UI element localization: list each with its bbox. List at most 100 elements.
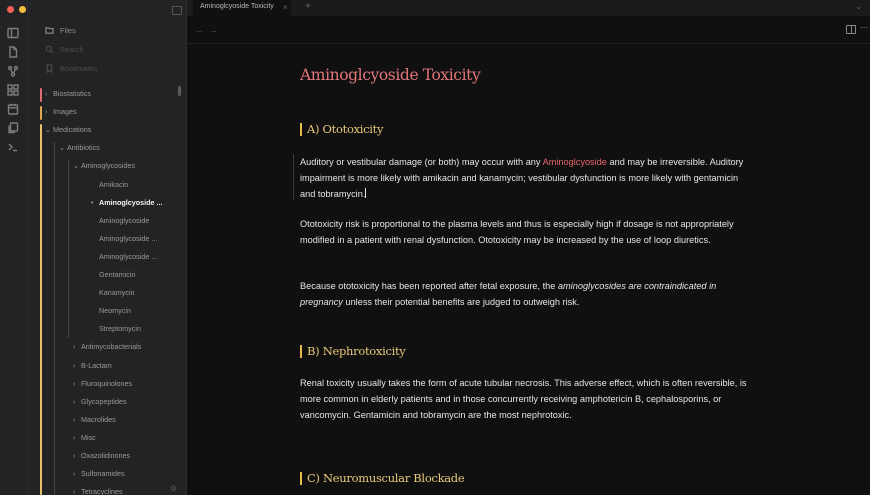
note-title[interactable]: Aminoglcyoside Toxicity [300,66,481,84]
ribbon [0,0,38,495]
tree-item-label: Kanamycin [99,288,135,298]
tree-item-label: Antibiotics [67,143,100,153]
terminal-icon[interactable] [6,141,20,155]
tree-item-label: Aminoglcyoside ... [99,197,163,207]
tree-item[interactable]: › Macrolides [73,415,116,424]
chevron-icon: › [73,434,76,442]
tab-aminoglcyoside-toxicity[interactable]: Aminoglcyoside Toxicity [193,0,291,16]
tree-item-label: Neomycin [99,306,131,316]
close-window-button[interactable] [7,6,14,13]
tree-item[interactable]: › Biostatistics [45,89,91,98]
tree-item[interactable]: Neomycin [91,306,131,315]
chevron-icon: ⌄ [59,145,65,153]
tree-item-label: Macrolides [81,414,116,424]
heading-ototoxicity[interactable]: A) Ototoxicity [300,122,383,136]
aminoglycoside-link[interactable]: Aminoglcyoside [543,157,607,167]
chevron-icon: › [73,380,76,388]
chevron-icon: › [73,489,76,495]
tree-item[interactable]: Amikacin [91,180,128,189]
forward-icon[interactable]: → [209,25,218,35]
tree-item-label: Medications [53,125,92,135]
paragraph-renal-toxicity[interactable]: Renal toxicity usually takes the form of… [300,375,755,423]
tree-item[interactable]: › B-Lactam [73,361,112,370]
tree-item[interactable]: › Antimycobacterials [73,342,141,351]
reading-mode-icon[interactable] [846,25,856,34]
paragraph-fetal-exposure[interactable]: Because ototoxicity has been reported af… [300,278,755,310]
sidebar-scrollbar[interactable] [178,86,181,96]
heading-text: C) Neuromuscular Blockade [307,471,465,485]
separator-dots: ····· [118,76,133,82]
editor-pane[interactable]: Aminoglcyoside Toxicity A) Ototoxicity A… [187,44,870,495]
tree-item-label: Fluroquinolones [81,378,133,388]
tab-list-icon[interactable]: ⌄ [855,2,862,11]
tree-item[interactable]: › Sulfonamides [73,469,125,478]
chevron-icon: ⌄ [45,127,51,135]
tree-item[interactable]: Kanamycin [91,288,135,297]
tree-item-label: Tetracyclines [81,487,123,495]
tree-item-label: Aminoglycoside ... [99,233,158,243]
tree-item-label: Glycopeptides [81,396,127,406]
search-label: Search [60,45,84,54]
paragraph-ototoxicity-risk[interactable]: Ototoxicity risk is proportional to the … [300,216,755,248]
tree-item[interactable]: Aminoglycoside [91,216,149,225]
chevron-icon: › [73,471,76,479]
copy-icon[interactable] [6,122,20,136]
navigation-bar: ← → ⋯ [187,16,870,44]
tree-item[interactable]: › Tetracyclines [73,487,123,495]
tree-item-label: Aminoglycoside ... [99,251,158,261]
tree-item[interactable]: › Images [45,107,77,116]
tree-item-label: B-Lactam [81,360,112,370]
heading-neuromuscular-blockade[interactable]: C) Neuromuscular Blockade [300,471,465,485]
files-label: Files [60,26,76,35]
bookmarks-nav[interactable]: Bookmarks [45,64,98,73]
heading-text: A) Ototoxicity [307,122,384,136]
calendar-icon[interactable] [6,103,20,117]
minimize-window-button[interactable] [19,6,26,13]
para1-text-start: Auditory or vestibular damage (or both) … [300,157,543,167]
tree-item-label: Gentamicin [99,270,136,279]
chevron-icon: › [73,344,76,352]
paragraph-ototoxicity-damage[interactable]: Auditory or vestibular damage (or both) … [293,154,755,202]
tree-item[interactable]: › Fluroquinolones [73,379,132,388]
file-icon[interactable] [6,46,20,60]
tree-item[interactable]: › Misc [73,433,96,442]
tree-item[interactable]: Aminoglycoside ... [91,234,157,243]
chevron-icon: › [45,91,48,98]
heading-bar [300,471,302,485]
grid-icon[interactable] [6,84,20,98]
bookmark-icon [46,64,53,73]
tree-item[interactable]: Aminoglycoside ... [91,252,157,261]
settings-icon[interactable]: ⚙ [170,484,177,493]
folder-guide-medications [40,124,42,495]
back-icon[interactable]: ← [195,25,204,35]
tree-item-label: Sulfonamides [81,469,125,479]
tree-item[interactable]: ⌄ Antibiotics [59,143,100,152]
files-nav[interactable]: Files [45,26,76,35]
tree-item-label: Misc [81,432,96,442]
search-icon [45,45,54,54]
active-file-dot-icon: • [91,199,94,207]
tree-item[interactable]: › Oxazolidinones [73,451,130,460]
more-options-icon[interactable]: ⋯ [860,23,868,32]
search-nav[interactable]: Search [45,45,84,54]
chevron-icon: › [73,362,76,370]
tab-close-icon[interactable]: × [283,3,288,12]
folder-icon [45,27,54,34]
collapse-sidebar-icon[interactable] [172,6,182,15]
tree-item[interactable]: • Aminoglcyoside ... [91,198,163,207]
tree-item[interactable]: ⌄ Medications [45,125,91,134]
tree-item[interactable]: Gentamicin [91,270,135,279]
tab-bar: Aminoglcyoside Toxicity × + ⌄ [187,0,870,16]
chevron-icon: › [73,398,76,406]
new-tab-icon[interactable]: + [305,1,311,12]
folder-guide-antibiotics [54,142,55,495]
folder-guide-biostatistics [40,88,42,102]
tree-item[interactable]: Streptomycin [91,324,141,333]
heading-nephrotoxicity[interactable]: B) Nephrotoxicity [300,344,406,358]
sidebar-toggle-icon[interactable] [6,27,20,41]
tree-item[interactable]: ⌄ Aminoglycosides [73,161,135,170]
tree-item[interactable]: › Glycopeptides [73,397,127,406]
graph-icon[interactable] [6,65,20,79]
chevron-icon: › [73,453,76,460]
file-explorer-sidebar: Files Search Bookmarks ····· › Biostatist… [28,0,187,495]
